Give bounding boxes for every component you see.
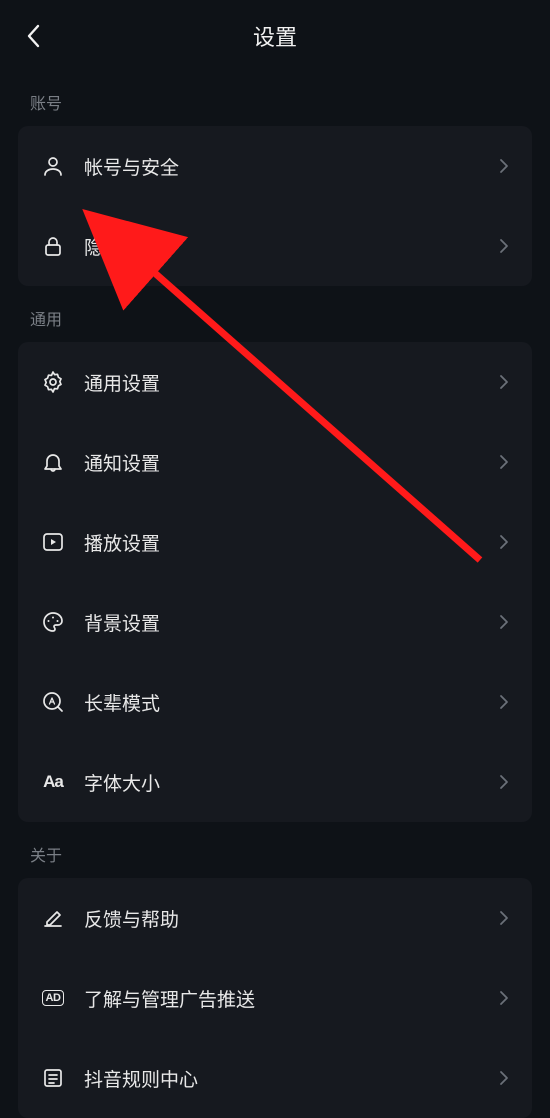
section-label-account: 账号 (0, 72, 550, 126)
play-icon (38, 527, 68, 557)
row-label: 了解与管理广告推送 (84, 985, 496, 1012)
palette-icon (38, 607, 68, 637)
magnify-a-icon (38, 687, 68, 717)
row-elder-mode[interactable]: 长辈模式 (18, 662, 532, 742)
chevron-right-icon (496, 238, 512, 254)
row-background-settings[interactable]: 背景设置 (18, 582, 532, 662)
row-label: 抖音规则中心 (84, 1065, 496, 1092)
row-label: 长辈模式 (84, 689, 496, 716)
chevron-right-icon (496, 374, 512, 390)
group-general: 通用设置 通知设置 播放设置 (18, 342, 532, 822)
chevron-right-icon (496, 534, 512, 550)
group-about: 反馈与帮助 AD 了解与管理广告推送 抖音规则中心 (18, 878, 532, 1118)
bell-icon (38, 447, 68, 477)
section-label-about: 关于 (0, 822, 550, 878)
person-icon (38, 151, 68, 181)
gear-icon (38, 367, 68, 397)
font-size-icon: Aa (38, 767, 68, 797)
row-playback-settings[interactable]: 播放设置 (18, 502, 532, 582)
row-ad-management[interactable]: AD 了解与管理广告推送 (18, 958, 532, 1038)
row-label: 通知设置 (84, 449, 496, 476)
page-title: 设置 (253, 20, 297, 52)
chevron-right-icon (496, 614, 512, 630)
pencil-icon (38, 903, 68, 933)
chevron-right-icon (496, 910, 512, 926)
row-feedback-help[interactable]: 反馈与帮助 (18, 878, 532, 958)
chevron-right-icon (496, 990, 512, 1006)
back-button[interactable] (14, 16, 54, 56)
chevron-right-icon (496, 454, 512, 470)
ad-icon: AD (38, 983, 68, 1013)
header: 设置 (0, 0, 550, 72)
row-label: 隐私设置 (84, 233, 496, 260)
chevron-right-icon (496, 158, 512, 174)
row-label: 字体大小 (84, 769, 496, 796)
row-label: 背景设置 (84, 609, 496, 636)
back-icon (25, 22, 43, 50)
section-label-general: 通用 (0, 286, 550, 342)
lock-icon (38, 231, 68, 261)
row-account-security[interactable]: 帐号与安全 (18, 126, 532, 206)
row-label: 通用设置 (84, 369, 496, 396)
row-font-size[interactable]: Aa 字体大小 (18, 742, 532, 822)
chevron-right-icon (496, 694, 512, 710)
row-label: 反馈与帮助 (84, 905, 496, 932)
row-notification-settings[interactable]: 通知设置 (18, 422, 532, 502)
rules-icon (38, 1063, 68, 1093)
row-label: 播放设置 (84, 529, 496, 556)
chevron-right-icon (496, 1070, 512, 1086)
row-douyin-rules-center[interactable]: 抖音规则中心 (18, 1038, 532, 1118)
chevron-right-icon (496, 774, 512, 790)
row-label: 帐号与安全 (84, 153, 496, 180)
row-privacy-settings[interactable]: 隐私设置 (18, 206, 532, 286)
group-account: 帐号与安全 隐私设置 (18, 126, 532, 286)
row-general-settings[interactable]: 通用设置 (18, 342, 532, 422)
